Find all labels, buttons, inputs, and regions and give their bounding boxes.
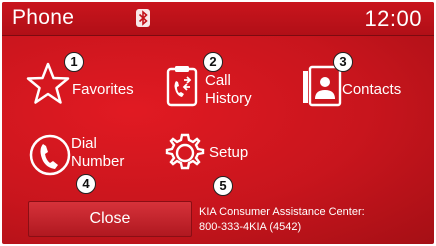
call-history-icon	[166, 66, 198, 107]
assistance-center-label: KIA Consumer Assistance Center:	[199, 206, 365, 218]
dial-number-label-line2: Number	[71, 153, 125, 170]
page-title: Phone	[12, 6, 75, 29]
favorites-label: Favorites	[72, 81, 134, 98]
gear-icon	[165, 133, 205, 170]
callout-4: 4	[76, 174, 96, 194]
phone-icon	[29, 134, 71, 176]
close-button[interactable]: Close	[28, 201, 192, 237]
bluetooth-icon	[136, 9, 150, 27]
callout-2: 2	[203, 52, 223, 72]
callout-3: 3	[333, 52, 353, 72]
clock: 12:00	[364, 6, 422, 31]
status-bar: Phone 12:00	[2, 2, 434, 36]
dial-number-label-line1: Dial	[71, 135, 97, 152]
call-history-label-line1: Call	[205, 72, 231, 89]
setup-label: Setup	[209, 144, 249, 161]
phone-screen: Phone 12:00 Favorites Call History Conta…	[2, 2, 434, 244]
callout-1: 1	[64, 52, 84, 72]
assistance-phone-number: 800-333-4KIA (4542)	[199, 221, 302, 233]
contacts-label: Contacts	[342, 81, 402, 98]
callout-5: 5	[213, 176, 233, 196]
call-history-label-line2: History	[205, 90, 252, 107]
assistance-info: KIA Consumer Assistance Center: 800-333-…	[199, 205, 365, 235]
contacts-icon	[303, 65, 342, 107]
